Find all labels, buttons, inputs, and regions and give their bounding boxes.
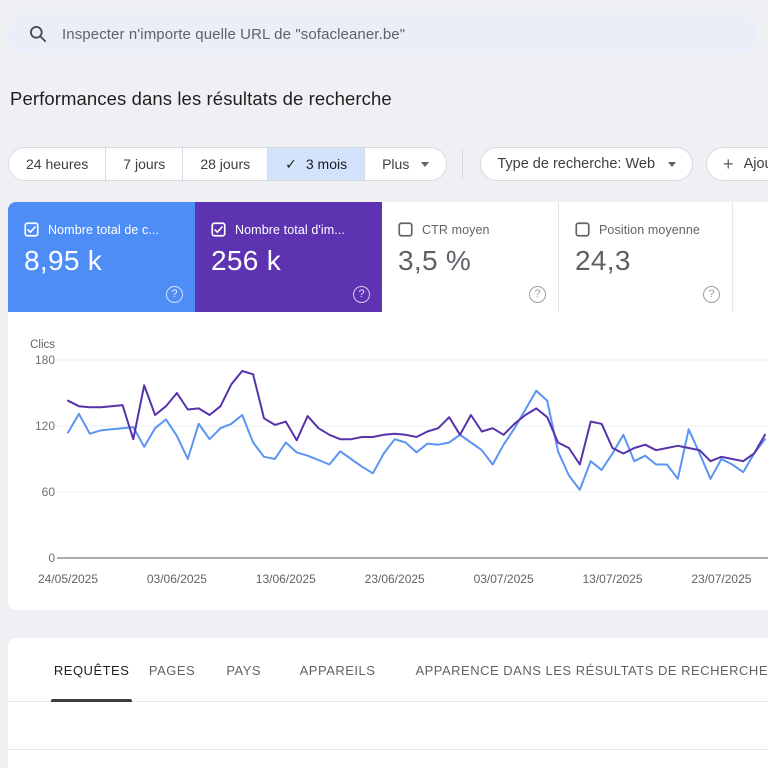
metric-card-avg-position[interactable]: Position moyenne 24,3 ? — [558, 202, 733, 312]
add-filter-button[interactable]: + Ajouter un filtre — [706, 147, 768, 181]
metric-cards-row: Nombre total de c... 8,95 k ? Nombre tot… — [8, 202, 768, 312]
metric-card-total-clicks[interactable]: Nombre total de c... 8,95 k ? — [8, 202, 195, 312]
url-inspection-bar[interactable]: Inspecter n'importe quelle URL de "sofac… — [8, 14, 757, 54]
metric-value: 3,5 % — [398, 245, 472, 276]
date-range-3m-selected[interactable]: ✓ 3 mois — [268, 148, 366, 180]
metric-value: 8,95 k — [24, 245, 103, 276]
date-range-group: 24 heures 7 jours 28 jours ✓ 3 mois Plus — [8, 147, 448, 181]
help-icon[interactable]: ? — [529, 286, 546, 303]
search-icon — [30, 26, 47, 43]
checkbox-unchecked-icon[interactable] — [398, 222, 413, 237]
search-type-label: Type de recherche: Web — [497, 156, 656, 172]
date-range-7d[interactable]: 7 jours — [106, 148, 184, 180]
metric-label: Nombre total de c... — [48, 222, 160, 237]
date-range-28d[interactable]: 28 jours — [183, 148, 269, 180]
checkbox-checked-icon[interactable] — [24, 222, 39, 237]
table-header-area — [8, 702, 768, 750]
url-inspection-placeholder: Inspecter n'importe quelle URL de "sofac… — [62, 25, 406, 43]
filter-divider — [462, 149, 464, 179]
metric-label: CTR moyen — [422, 222, 490, 237]
tab-appareils[interactable]: APPAREILS — [300, 638, 376, 702]
svg-text:0: 0 — [48, 551, 55, 565]
checkbox-checked-icon[interactable] — [211, 222, 226, 237]
filter-row: 24 heures 7 jours 28 jours ✓ 3 mois Plus… — [8, 147, 768, 181]
performance-chart[interactable]: Clics 180 120 60 0 24/05/2025 03/06/2025 13/06/… — [8, 312, 768, 610]
svg-text:120: 120 — [35, 419, 55, 433]
svg-text:13/06/2025: 13/06/2025 — [256, 572, 316, 586]
date-range-label: 28 jours — [200, 156, 251, 172]
svg-text:23/06/2025: 23/06/2025 — [365, 572, 425, 586]
date-range-24h[interactable]: 24 heures — [9, 148, 107, 180]
svg-text:24/05/2025: 24/05/2025 — [38, 572, 98, 586]
chevron-down-icon — [421, 161, 430, 167]
metric-card-total-impressions[interactable]: Nombre total d'im... 256 k ? — [195, 202, 382, 312]
svg-text:03/07/2025: 03/07/2025 — [474, 572, 534, 586]
metric-card-avg-ctr[interactable]: CTR moyen 3,5 % ? — [382, 202, 558, 312]
date-range-label: Plus — [382, 156, 410, 172]
check-icon: ✓ — [285, 155, 297, 172]
date-range-label: 3 mois — [305, 156, 348, 172]
add-filter-label: Ajouter un filtre — [743, 156, 768, 172]
metric-label: Nombre total d'im... — [235, 222, 345, 237]
performance-panel: Nombre total de c... 8,95 k ? Nombre tot… — [8, 202, 768, 610]
checkbox-unchecked-icon[interactable] — [575, 222, 590, 237]
tab-pages[interactable]: PAGES — [146, 638, 198, 702]
svg-text:23/07/2025: 23/07/2025 — [691, 572, 751, 586]
help-icon[interactable]: ? — [353, 286, 370, 303]
svg-text:60: 60 — [42, 485, 56, 499]
dimension-tabs: REQUÊTES PAGES PAYS APPAREILS APPARENCE … — [8, 638, 768, 702]
dimensions-card: REQUÊTES PAGES PAYS APPAREILS APPARENCE … — [8, 638, 768, 768]
date-range-label: 7 jours — [123, 156, 166, 172]
tab-pays[interactable]: PAYS — [221, 638, 267, 702]
tab-apparence[interactable]: APPARENCE DANS LES RÉSULTATS DE RECHERCH… — [415, 638, 768, 702]
metric-label: Position moyenne — [599, 222, 700, 237]
chart-canvas[interactable]: Clics 180 120 60 0 24/05/2025 03/06/2025 13/06/… — [8, 312, 768, 610]
metric-value: 256 k — [211, 245, 281, 276]
svg-text:03/06/2025: 03/06/2025 — [147, 572, 207, 586]
page-title: Performances dans les résultats de reche… — [10, 88, 392, 109]
svg-text:180: 180 — [35, 353, 55, 367]
date-range-label: 24 heures — [26, 156, 89, 172]
chevron-down-icon — [668, 161, 677, 167]
search-type-filter[interactable]: Type de recherche: Web — [480, 147, 694, 181]
svg-text:Clics: Clics — [30, 339, 55, 351]
plus-icon: + — [723, 154, 734, 174]
help-icon[interactable]: ? — [703, 286, 720, 303]
tab-requetes[interactable]: REQUÊTES — [51, 638, 133, 702]
metric-value: 24,3 — [575, 245, 631, 276]
svg-text:13/07/2025: 13/07/2025 — [582, 572, 642, 586]
help-icon[interactable]: ? — [166, 286, 183, 303]
date-range-more[interactable]: Plus — [365, 148, 447, 180]
